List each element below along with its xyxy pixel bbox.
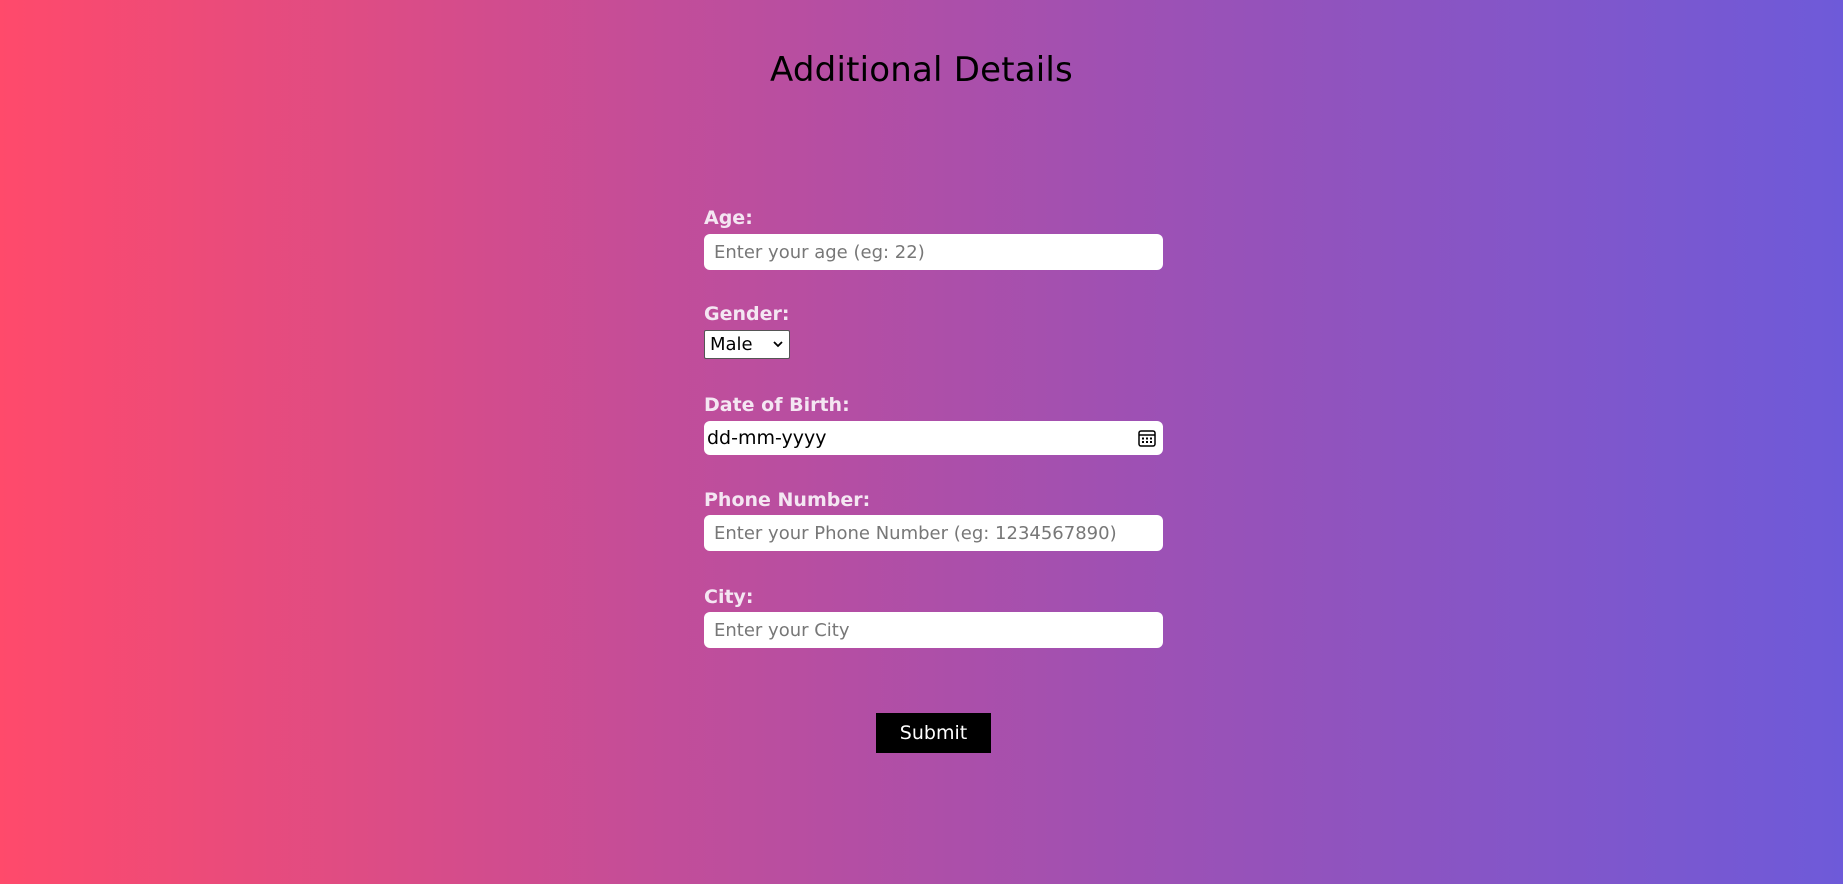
gender-select[interactable]: Male	[704, 330, 790, 359]
dob-label: Date of Birth:	[704, 394, 850, 416]
city-label: City:	[704, 586, 754, 608]
gender-label: Gender:	[704, 303, 790, 325]
age-label: Age:	[704, 207, 753, 229]
dob-input[interactable]: dd-mm-yyyy	[704, 421, 1163, 455]
page-title: Additional Details	[770, 50, 1073, 90]
chevron-down-icon	[773, 341, 783, 348]
dob-value: dd-mm-yyyy	[707, 427, 827, 449]
submit-button[interactable]: Submit	[876, 713, 991, 753]
city-input[interactable]	[704, 612, 1163, 648]
calendar-icon[interactable]	[1137, 428, 1157, 448]
phone-label: Phone Number:	[704, 489, 871, 511]
phone-input[interactable]	[704, 515, 1163, 551]
age-input[interactable]	[704, 234, 1163, 270]
gender-selected-value: Male	[710, 334, 753, 355]
